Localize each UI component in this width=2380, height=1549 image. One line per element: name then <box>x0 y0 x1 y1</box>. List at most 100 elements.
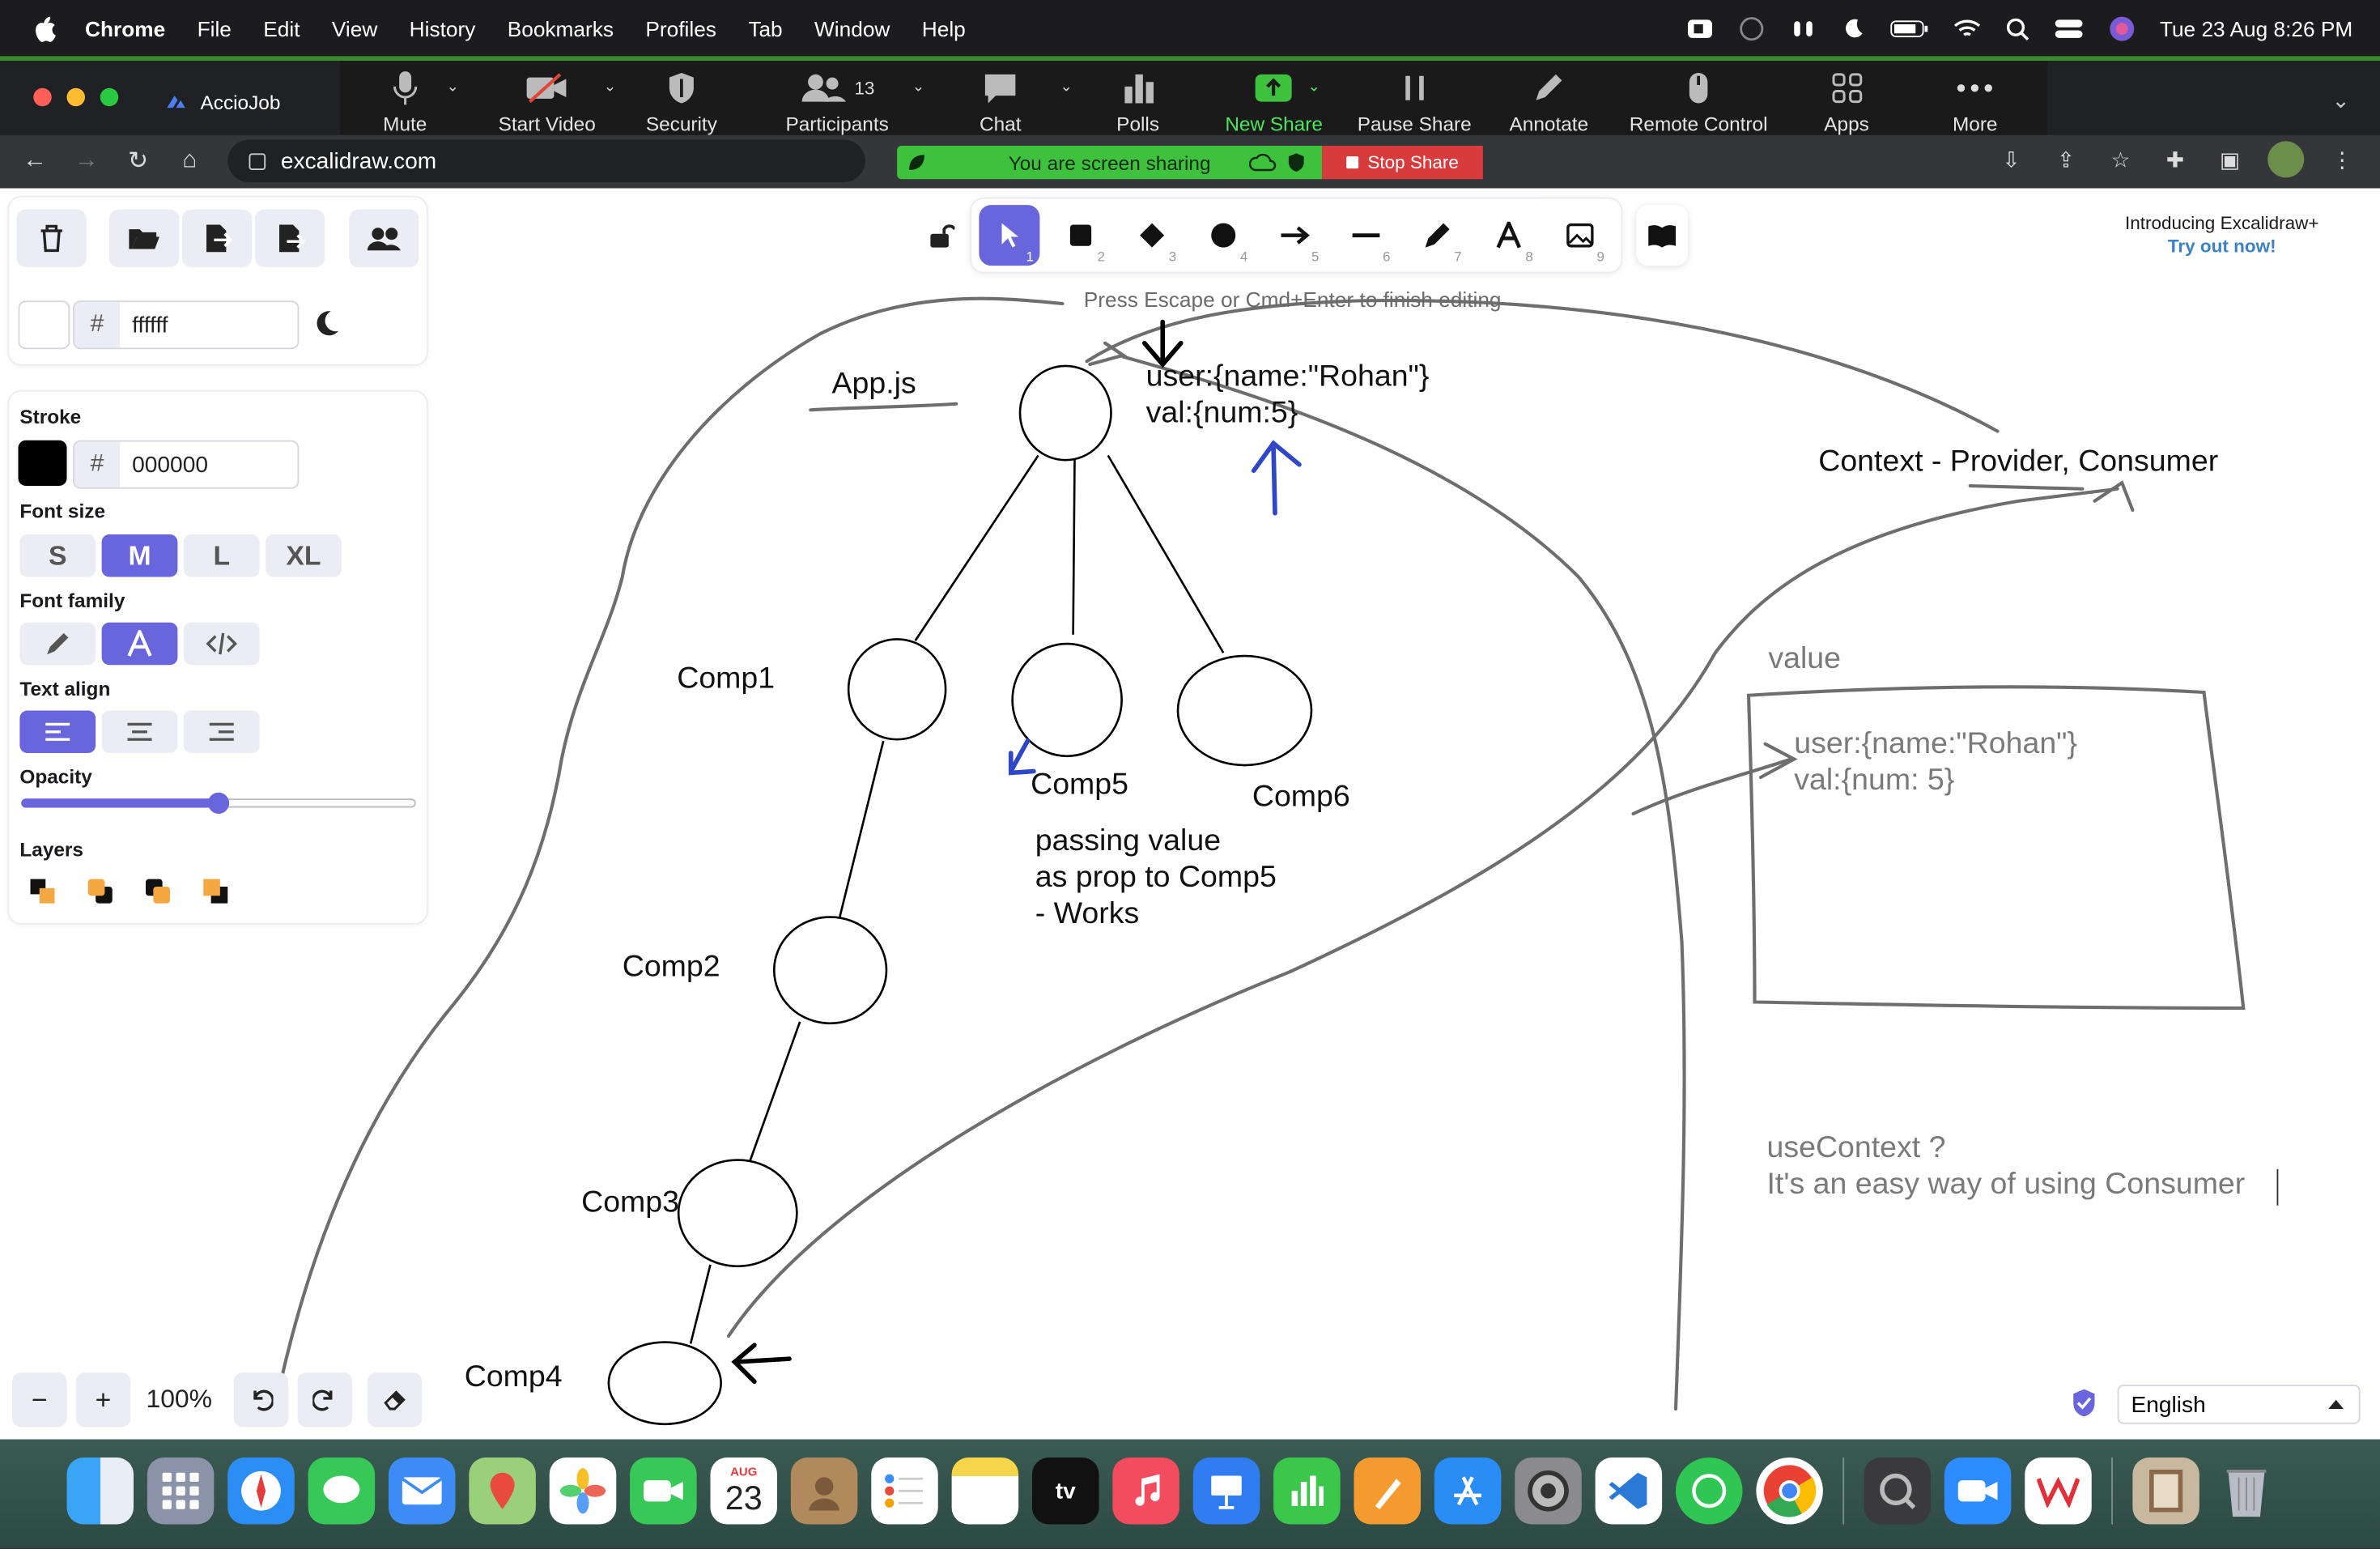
photos-icon[interactable] <box>549 1458 617 1525</box>
canvas-bg-swatch[interactable] <box>18 300 70 350</box>
language-value: English <box>2131 1391 2206 1418</box>
library-button[interactable] <box>1636 205 1688 266</box>
label-comp4[interactable]: Comp4 <box>465 1359 563 1395</box>
ellipse-tool[interactable]: 4 <box>1193 205 1254 266</box>
send-to-back-button[interactable] <box>19 870 66 913</box>
label-val-object[interactable]: val:{num:5} <box>1146 395 1298 432</box>
align-right-button[interactable] <box>183 710 260 753</box>
messages-icon[interactable] <box>308 1458 376 1525</box>
save-to-button[interactable] <box>182 209 253 267</box>
image-tool[interactable]: 9 <box>1549 205 1610 266</box>
align-left-button[interactable] <box>19 710 96 753</box>
box-user-object[interactable]: user:{name:"Rohan"} <box>1794 726 2077 762</box>
app-store-icon[interactable] <box>1434 1458 1502 1525</box>
send-backward-button[interactable] <box>77 870 123 913</box>
undo-button[interactable] <box>233 1372 289 1428</box>
export-image-button[interactable] <box>255 209 325 267</box>
pages-icon[interactable] <box>1354 1458 1421 1525</box>
font-size-s-button[interactable]: S <box>19 534 96 577</box>
mail-icon[interactable] <box>389 1458 456 1525</box>
eraser-button[interactable] <box>367 1372 423 1428</box>
label-app-js[interactable]: App.js <box>832 366 916 402</box>
text-tool[interactable]: 8 <box>1478 205 1539 266</box>
trash-icon[interactable] <box>2213 1458 2280 1525</box>
open-file-button[interactable] <box>109 209 180 267</box>
whatsapp-icon[interactable] <box>1676 1458 1743 1525</box>
font-size-xl-button[interactable]: XL <box>266 534 342 577</box>
encrypted-shield-icon[interactable] <box>2071 1388 2098 1419</box>
apple-tv-icon[interactable]: tv <box>1032 1458 1099 1525</box>
zoom-app-icon[interactable] <box>1944 1458 2012 1525</box>
wps-office-icon[interactable] <box>2025 1458 2092 1525</box>
canvas-bg-input[interactable]: # ffffff <box>73 300 300 350</box>
selection-tool[interactable]: 1 <box>979 205 1040 266</box>
zoom-controls: − + 100% <box>12 1372 423 1428</box>
vscode-icon[interactable] <box>1595 1458 1663 1525</box>
font-family-code-button[interactable] <box>183 622 260 666</box>
system-preferences-icon[interactable] <box>1515 1458 1582 1525</box>
language-select[interactable]: English <box>2117 1385 2361 1424</box>
bring-to-front-icon <box>202 878 229 905</box>
calendar-icon[interactable]: AUG 23 <box>710 1458 777 1525</box>
numbers-icon[interactable] <box>1273 1458 1341 1525</box>
draw-tool[interactable]: 7 <box>1407 205 1468 266</box>
arrow-tool[interactable]: 5 <box>1264 205 1325 266</box>
redo-button[interactable] <box>297 1372 352 1428</box>
label-comp1[interactable]: Comp1 <box>677 661 775 697</box>
label-comp2[interactable]: Comp2 <box>623 949 720 985</box>
diamond-tool[interactable]: 3 <box>1122 205 1183 266</box>
label-comp6[interactable]: Comp6 <box>1252 779 1350 815</box>
reminders-icon[interactable] <box>871 1458 938 1525</box>
bring-to-front-button[interactable] <box>193 870 239 913</box>
downloads-stack-icon[interactable] <box>2132 1458 2199 1525</box>
zoom-out-button[interactable]: − <box>12 1372 67 1428</box>
maps-icon[interactable] <box>469 1458 536 1525</box>
text-align-label: Text align <box>19 677 111 700</box>
box-val-object[interactable]: val:{num: 5} <box>1794 762 1954 798</box>
line-tool[interactable]: 6 <box>1336 205 1396 266</box>
font-size-m-button[interactable]: M <box>101 534 178 577</box>
note-line-1[interactable]: passing value <box>1035 823 1221 859</box>
font-size-l-button[interactable]: L <box>183 534 260 577</box>
opacity-slider[interactable] <box>21 792 416 814</box>
label-value[interactable]: value <box>1768 640 1841 677</box>
layers-label: Layers <box>19 838 83 862</box>
live-collaboration-button[interactable] <box>349 209 419 267</box>
finder-icon[interactable] <box>66 1458 134 1525</box>
keynote-icon[interactable] <box>1192 1458 1260 1525</box>
usecontext-question[interactable]: useContext ? <box>1767 1130 1946 1166</box>
contacts-icon[interactable] <box>790 1458 858 1525</box>
zoom-in-button[interactable]: + <box>75 1372 131 1428</box>
opacity-thumb[interactable] <box>207 792 230 814</box>
label-user-object[interactable]: user:{name:"Rohan"} <box>1146 359 1430 395</box>
font-family-handwritten-button[interactable] <box>19 622 96 666</box>
bring-forward-button[interactable] <box>134 870 181 913</box>
quicktime-icon[interactable] <box>1864 1458 1931 1525</box>
align-center-button[interactable] <box>101 710 178 753</box>
note-line-3[interactable]: - Works <box>1035 896 1139 932</box>
caret-up-icon <box>2328 1399 2344 1409</box>
usecontext-description[interactable]: It's an easy way of using Consumer <box>1767 1166 2246 1202</box>
launchpad-icon[interactable] <box>147 1458 215 1525</box>
font-family-normal-button[interactable] <box>101 622 178 666</box>
zoom-level[interactable]: 100% <box>139 1372 219 1428</box>
note-line-2[interactable]: as prop to Comp5 <box>1035 859 1277 896</box>
notes-icon[interactable] <box>951 1458 1019 1525</box>
rectangle-tool[interactable]: 2 <box>1051 205 1111 266</box>
chrome-icon[interactable] <box>1756 1458 1823 1525</box>
facetime-icon[interactable] <box>630 1458 697 1525</box>
label-context[interactable]: Context - Provider, Consumer <box>1818 444 2218 480</box>
label-comp5[interactable]: Comp5 <box>1031 767 1128 803</box>
safari-icon[interactable] <box>227 1458 295 1525</box>
clear-canvas-button[interactable] <box>16 209 87 267</box>
stroke-swatch[interactable] <box>18 440 67 486</box>
promo-link[interactable]: Try out now! <box>2125 236 2319 258</box>
stroke-color-input[interactable]: # 000000 <box>73 440 300 489</box>
hex-hash-label: # <box>74 441 121 487</box>
moon-icon[interactable] <box>312 310 340 338</box>
excalidraw-plus-promo[interactable]: Introducing Excalidraw+ Try out now! <box>2125 213 2319 258</box>
tool-shortcut-3: 3 <box>1168 249 1177 265</box>
lock-tool-button[interactable] <box>911 205 971 266</box>
music-icon[interactable] <box>1112 1458 1179 1525</box>
label-comp3[interactable]: Comp3 <box>581 1185 679 1221</box>
